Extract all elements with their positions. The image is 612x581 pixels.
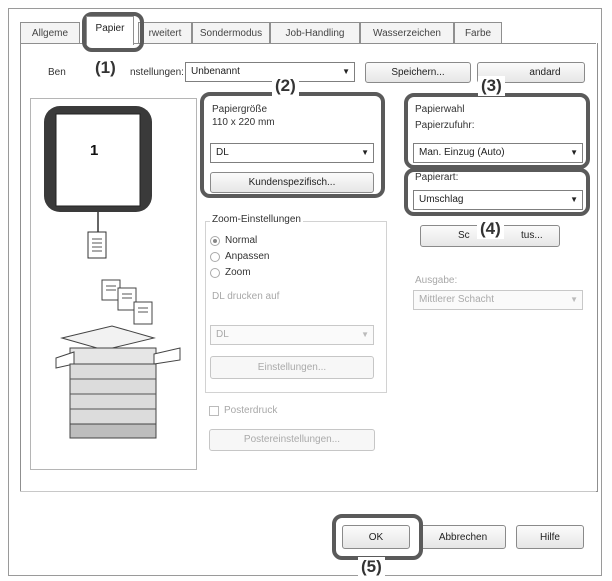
zoom-option-zoom: Zoom xyxy=(225,267,251,278)
paper-status-label-right: tus... xyxy=(521,230,543,241)
tab-erweitert[interactable]: rweitert xyxy=(138,22,192,44)
tab-wasserzeichen[interactable]: Wasserzeichen xyxy=(360,22,454,44)
callout-frame-4 xyxy=(404,168,590,216)
output-value: Mittlerer Schacht xyxy=(419,294,495,305)
zoom-radio-fit[interactable] xyxy=(210,252,220,262)
preview-illustration xyxy=(44,106,181,439)
zoom-settings-button[interactable]: Einstellungen... xyxy=(210,356,374,379)
poster-checkbox[interactable] xyxy=(209,406,219,416)
tab-allgemein[interactable]: Allgeme xyxy=(20,22,80,44)
chevron-down-icon: ▼ xyxy=(361,330,369,339)
print-on-value: DL xyxy=(216,329,229,340)
settings-label-right: nstellungen: xyxy=(130,67,184,78)
callout-number-2: (2) xyxy=(272,76,299,96)
poster-settings-button[interactable]: Postereinstellungen... xyxy=(209,429,375,451)
footer-divider xyxy=(20,491,596,492)
paper-stack-icon xyxy=(101,279,153,325)
output-select[interactable]: Mittlerer Schacht ▼ xyxy=(413,290,583,310)
page-number: 1 xyxy=(90,142,99,159)
zoom-radio-normal[interactable] xyxy=(210,236,220,246)
callout-number-1: (1) xyxy=(92,58,119,78)
callout-number-5: (5) xyxy=(358,557,385,577)
help-button[interactable]: Hilfe xyxy=(516,525,584,549)
callout-number-4: (4) xyxy=(477,219,504,239)
document-icon xyxy=(87,231,107,259)
cancel-button[interactable]: Abbrechen xyxy=(420,525,506,549)
zoom-option-fit: Anpassen xyxy=(225,251,270,262)
poster-label: Posterdruck xyxy=(224,405,278,416)
chevron-down-icon: ▼ xyxy=(342,67,350,76)
callout-frame-3 xyxy=(404,93,590,169)
tab-papier[interactable]: Papier xyxy=(86,16,134,45)
zoom-option-normal: Normal xyxy=(225,235,258,246)
settings-select[interactable]: Unbenannt ▼ xyxy=(185,62,355,82)
tab-farbe[interactable]: Farbe xyxy=(454,22,502,44)
chevron-down-icon: ▼ xyxy=(570,295,578,304)
callout-frame-5 xyxy=(332,514,423,560)
zoom-group-label: Zoom-Einstellungen xyxy=(210,214,303,225)
callout-number-3: (3) xyxy=(478,76,505,96)
save-button[interactable]: Speichern... xyxy=(365,62,471,83)
tab-job-handling[interactable]: Job-Handling xyxy=(270,22,360,44)
print-on-label: DL drucken auf xyxy=(212,291,280,302)
settings-label-left: Ben xyxy=(48,67,66,78)
callout-frame-2 xyxy=(200,92,385,198)
tab-sondermodus[interactable]: Sondermodus xyxy=(192,22,270,44)
output-label: Ausgabe: xyxy=(415,275,458,286)
page-preview-sheet xyxy=(55,113,141,207)
settings-value: Unbenannt xyxy=(191,66,240,77)
zoom-radio-zoom[interactable] xyxy=(210,268,220,278)
printer-icon xyxy=(55,325,181,439)
print-on-select[interactable]: DL ▼ xyxy=(210,325,374,345)
paper-status-label-left: Sc xyxy=(458,230,470,241)
